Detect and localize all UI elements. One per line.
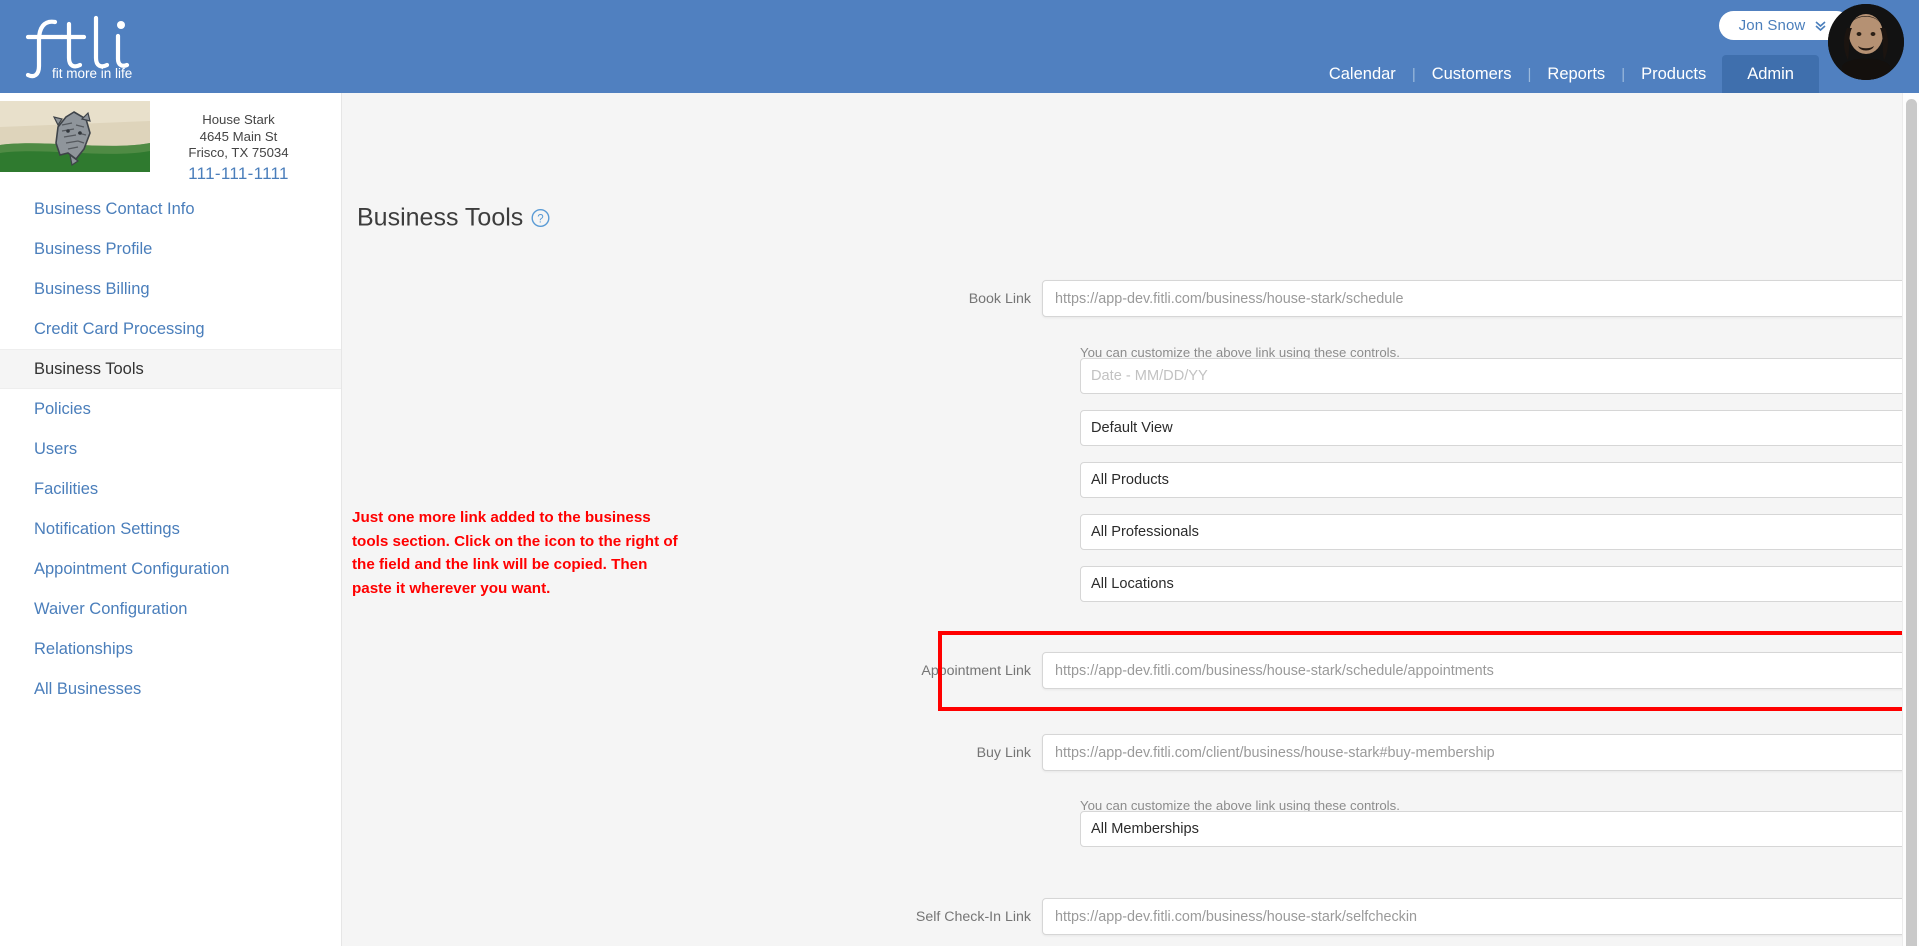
scrollbar-thumb[interactable] [1906, 99, 1917, 946]
business-name: House Stark [202, 112, 275, 127]
buy-link-label: Buy Link [976, 744, 1031, 761]
book-link-input[interactable]: https://app-dev.fitli.com/business/house… [1042, 280, 1919, 317]
sidebar-item-appointment-configuration[interactable]: Appointment Configuration [0, 549, 341, 589]
products-select-value: All Products [1091, 472, 1169, 488]
nav-separator: | [1411, 65, 1416, 83]
nav-separator: | [1527, 65, 1532, 83]
sidebar-item-all-businesses[interactable]: All Businesses [0, 669, 341, 709]
self-checkin-link-row: Self Check-In Link https://app-dev.fitli… [342, 898, 1919, 935]
double-chevron-down-icon [1814, 19, 1827, 32]
fitli-logo[interactable]: fit more in life [22, 12, 192, 84]
fitli-logo-mark: fit more in life [25, 15, 132, 81]
buy-link-input[interactable]: https://app-dev.fitli.com/client/busines… [1042, 734, 1919, 771]
page-title-text: Business Tools [357, 203, 524, 232]
book-link-date-input[interactable]: Date - MM/DD/YY [1080, 358, 1919, 394]
book-link-locations-select[interactable]: All Locations [1080, 566, 1919, 602]
main-navigation: Calendar | Customers | Reports | Product… [1313, 55, 1819, 93]
nav-item-customers[interactable]: Customers [1416, 55, 1528, 93]
vertical-scrollbar[interactable] [1902, 93, 1919, 946]
nav-item-reports[interactable]: Reports [1531, 55, 1621, 93]
nav-separator: | [1621, 65, 1626, 83]
sidebar-item-policies[interactable]: Policies [0, 389, 341, 429]
appointment-link-input[interactable]: https://app-dev.fitli.com/business/house… [1042, 652, 1919, 689]
content-area: Business Tools ? Just one more link adde… [342, 93, 1919, 946]
sidebar-menu: Business Contact Info Business Profile B… [0, 189, 341, 709]
user-name-label: Jon Snow [1738, 17, 1806, 34]
self-checkin-link-label: Self Check-In Link [915, 908, 1031, 925]
avatar-image [1828, 4, 1904, 80]
appointment-link-label: Appointment Link [921, 662, 1031, 679]
app-header: fit more in life Jon Snow Calendar | Cus… [0, 0, 1919, 93]
avatar[interactable] [1828, 4, 1904, 80]
business-phone[interactable]: 111-111-1111 [150, 164, 327, 184]
question-circle-icon[interactable]: ? [531, 208, 550, 228]
book-link-products-select[interactable]: All Products [1080, 462, 1919, 498]
sidebar-item-waiver-configuration[interactable]: Waiver Configuration [0, 589, 341, 629]
sidebar-item-relationships[interactable]: Relationships [0, 629, 341, 669]
page-body: House Stark 4645 Main St Frisco, TX 7503… [0, 93, 1919, 946]
business-logo-image [0, 101, 150, 172]
buy-link-row: Buy Link https://app-dev.fitli.com/clien… [342, 734, 1919, 771]
book-link-view-select[interactable]: Default View [1080, 410, 1919, 446]
business-info: House Stark 4645 Main St Frisco, TX 7503… [150, 101, 341, 184]
business-header: House Stark 4645 Main St Frisco, TX 7503… [0, 93, 341, 184]
house-stark-sigil [0, 101, 150, 172]
locations-select-value: All Locations [1091, 576, 1174, 592]
buy-link-memberships-select[interactable]: All Memberships [1080, 811, 1919, 847]
sidebar-item-credit-card-processing[interactable]: Credit Card Processing [0, 309, 341, 349]
nav-item-products[interactable]: Products [1625, 55, 1722, 93]
admin-sidebar: House Stark 4645 Main St Frisco, TX 7503… [0, 93, 342, 946]
self-checkin-link-input[interactable]: https://app-dev.fitli.com/business/house… [1042, 898, 1919, 935]
nav-item-admin[interactable]: Admin [1722, 55, 1819, 93]
memberships-select-value: All Memberships [1091, 821, 1199, 837]
sidebar-item-business-billing[interactable]: Business Billing [0, 269, 341, 309]
business-city-state-zip: Frisco, TX 75034 [188, 145, 289, 160]
svg-text:fit more in life: fit more in life [52, 66, 132, 81]
sidebar-item-notification-settings[interactable]: Notification Settings [0, 509, 341, 549]
sidebar-item-users[interactable]: Users [0, 429, 341, 469]
book-link-row: Book Link https://app-dev.fitli.com/busi… [342, 280, 1919, 317]
svg-text:?: ? [538, 214, 544, 226]
view-select-value: Default View [1091, 420, 1173, 436]
sidebar-item-business-tools[interactable]: Business Tools [0, 349, 341, 389]
business-street: 4645 Main St [199, 128, 278, 144]
book-link-professionals-select[interactable]: All Professionals [1080, 514, 1919, 550]
appointment-link-row: Appointment Link https://app-dev.fitli.c… [342, 652, 1919, 689]
sidebar-item-business-contact-info[interactable]: Business Contact Info [0, 189, 341, 229]
page-title: Business Tools ? [357, 204, 550, 233]
sidebar-item-facilities[interactable]: Facilities [0, 469, 341, 509]
nav-item-calendar[interactable]: Calendar [1313, 55, 1412, 93]
book-link-label: Book Link [968, 290, 1031, 307]
sidebar-item-business-profile[interactable]: Business Profile [0, 229, 341, 269]
professionals-select-value: All Professionals [1091, 524, 1199, 540]
date-placeholder-text: Date - MM/DD/YY [1091, 368, 1208, 384]
red-annotation-text: Just one more link added to the business… [352, 509, 678, 597]
